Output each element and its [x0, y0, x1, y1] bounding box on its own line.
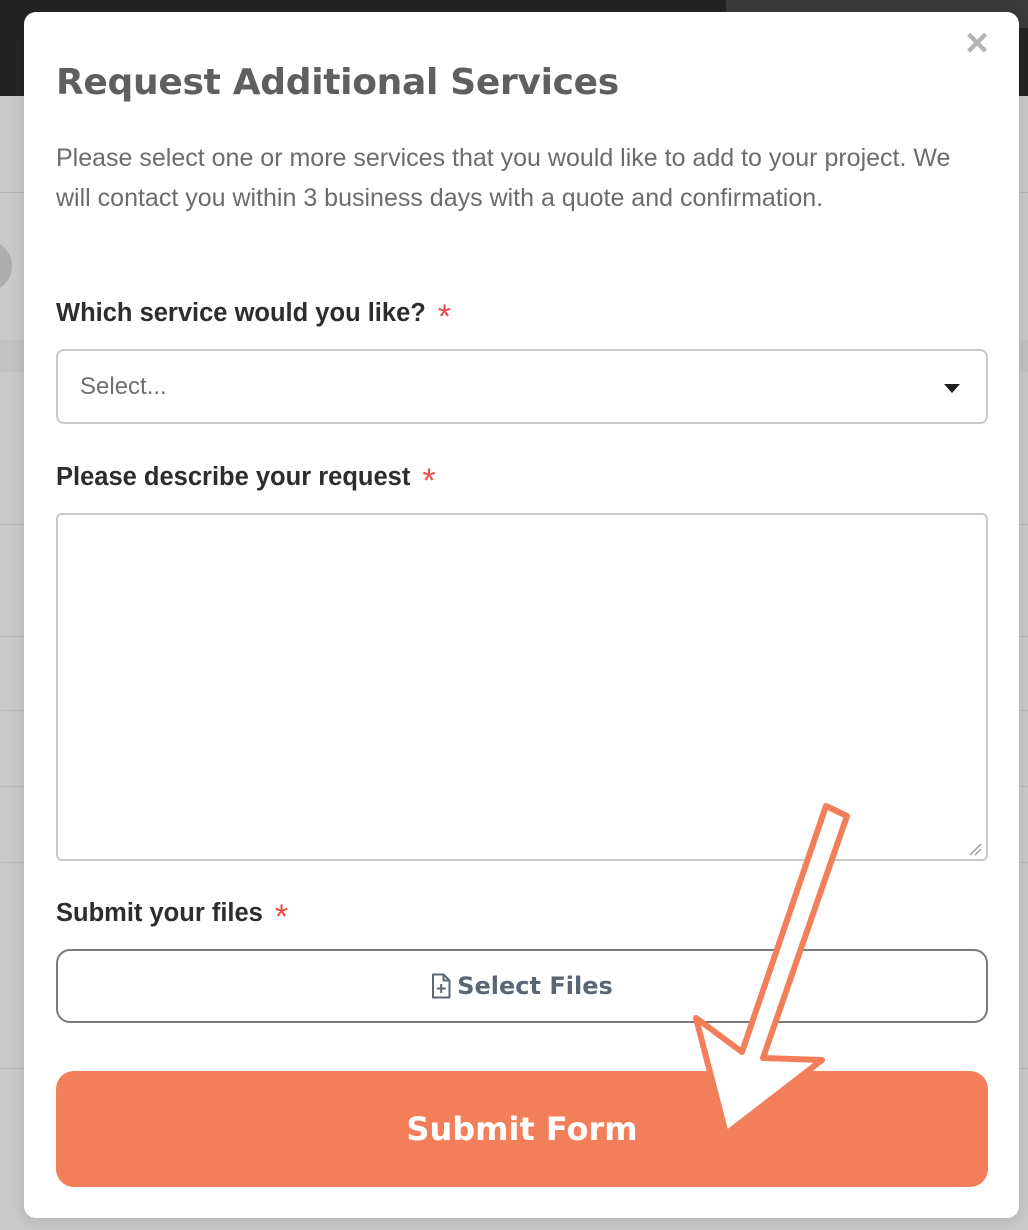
select-files-label: Select Files	[457, 972, 613, 1000]
required-asterisk: *	[274, 898, 289, 936]
close-icon[interactable]: ×	[962, 23, 992, 63]
background-avatar	[0, 240, 12, 292]
caret-down-icon	[944, 384, 960, 393]
files-label: Submit your files *	[56, 896, 288, 935]
modal-title: Request Additional Services	[56, 62, 619, 103]
resize-grip-icon[interactable]	[968, 842, 982, 856]
request-services-modal: × Request Additional Services Please sel…	[24, 12, 1019, 1218]
service-select-placeholder: Select...	[80, 372, 167, 400]
modal-description: Please select one or more services that …	[56, 144, 951, 212]
description-label: Please describe your request *	[56, 460, 436, 499]
files-label-text: Submit your files	[56, 898, 263, 927]
description-textarea[interactable]	[56, 513, 988, 861]
service-label: Which service would you like? *	[56, 296, 451, 335]
required-asterisk: *	[422, 462, 436, 500]
description-label-text: Please describe your request	[56, 462, 411, 491]
file-plus-icon	[432, 973, 451, 999]
submit-form-button[interactable]: Submit Form	[56, 1071, 988, 1187]
required-asterisk: *	[437, 298, 452, 336]
select-files-button[interactable]: Select Files	[56, 949, 988, 1023]
service-label-text: Which service would you like?	[56, 298, 426, 327]
submit-form-label: Submit Form	[406, 1110, 638, 1148]
service-select[interactable]: Select...	[56, 349, 988, 424]
